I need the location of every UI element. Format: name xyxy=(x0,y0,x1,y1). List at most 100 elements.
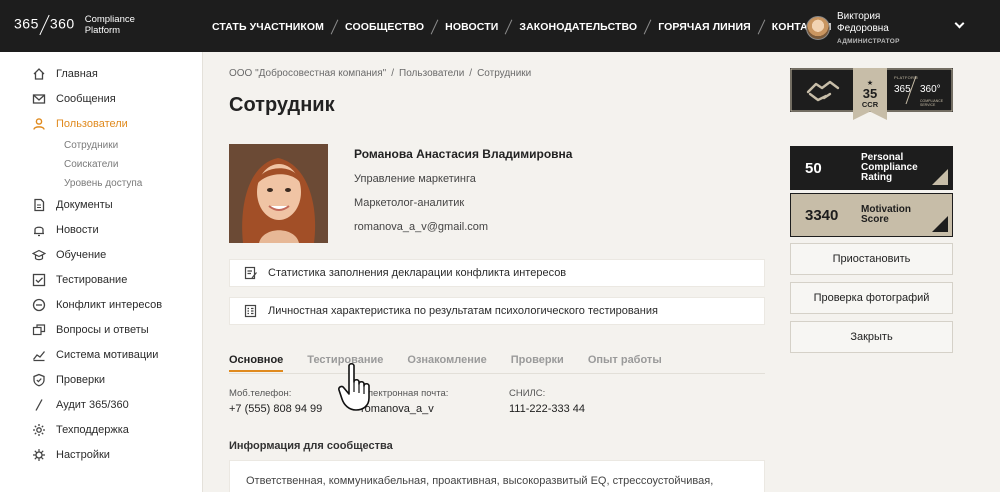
sidebar-item-label: Система мотивации xyxy=(56,349,159,361)
employee-photo xyxy=(229,144,328,243)
psych-profile-label: Личностная характеристика по результатам… xyxy=(268,305,658,317)
sidebar-item-qa[interactable]: Вопросы и ответы xyxy=(32,323,149,337)
document-icon xyxy=(32,198,46,212)
motivation-score-card[interactable]: 3340 Motivation Score xyxy=(790,193,953,237)
employee-position: Маркетолог-аналитик xyxy=(354,197,465,209)
sidebar-item-messages[interactable]: Сообщения xyxy=(32,92,116,106)
sidebar-item-label: Сообщения xyxy=(56,93,116,105)
tabs: Основное Тестирование Ознакомление Прове… xyxy=(229,354,662,372)
sidebar-item-label: Обучение xyxy=(56,249,107,261)
employee-name: Романова Анастасия Владимировна xyxy=(354,147,573,161)
sidebar-item-label: Пользователи xyxy=(56,118,128,130)
sidebar-item-documents[interactable]: Документы xyxy=(32,198,113,212)
gear-icon xyxy=(32,423,46,437)
platform-365: 365 xyxy=(894,84,911,95)
sidebar-item-label: Аудит 365/360 xyxy=(56,399,129,411)
logo-number-360: 360 xyxy=(49,15,75,32)
chart-icon xyxy=(32,348,46,362)
sidebar-subitem-applicants[interactable]: Соискатели xyxy=(64,159,118,170)
mail-icon xyxy=(32,92,46,106)
logo-text-platform: Platform xyxy=(84,25,121,36)
employee-department: Управление маркетинга xyxy=(354,173,476,185)
nav-separator xyxy=(330,19,339,35)
motivation-label-2: Score xyxy=(861,214,889,225)
community-text: Ответственная, коммуникабельная, проакти… xyxy=(229,460,765,492)
phone-label: Моб.телефон: xyxy=(229,388,292,399)
sidebar-item-label: Тестирование xyxy=(56,274,128,286)
logo-text-compliance: Compliance xyxy=(84,14,135,25)
photo-check-button[interactable]: Проверка фотографий xyxy=(790,282,953,314)
sidebar-item-label: Документы xyxy=(56,199,113,211)
breadcrumb-separator: / xyxy=(391,68,395,79)
motivation-score-value: 3340 xyxy=(805,206,839,224)
sidebar-item-home[interactable]: Главная xyxy=(32,67,98,81)
tab-checks[interactable]: Проверки xyxy=(511,354,564,372)
sidebar-item-conflict[interactable]: Конфликт интересов xyxy=(32,298,162,312)
nav-hotline[interactable]: ГОРЯЧАЯ ЛИНИЯ xyxy=(658,21,751,33)
page-title: Сотрудник xyxy=(229,94,335,116)
user-role: АДМИНИСТРАТОР xyxy=(837,38,900,45)
sidebar-item-label: Новости xyxy=(56,224,99,236)
personal-rating-value: 50 xyxy=(805,159,822,177)
logo[interactable]: 365 360 Compliance Platform xyxy=(14,14,135,36)
sidebar-item-settings[interactable]: Настройки xyxy=(32,448,110,462)
close-button[interactable]: Закрыть xyxy=(790,321,953,353)
user-menu[interactable]: Виктория Федоровна АДМИНИСТРАТОР xyxy=(806,11,900,45)
tab-main[interactable]: Основное xyxy=(229,354,284,372)
phone-value: +7 (555) 808 94 99 xyxy=(229,403,323,415)
sidebar-item-audit[interactable]: Аудит 365/360 xyxy=(32,398,129,412)
sidebar: Главная Сообщения Пользователи Сотрудник… xyxy=(0,52,203,492)
nav-join[interactable]: СТАТЬ УЧАСТНИКОМ xyxy=(212,21,324,33)
user-last-name: Федоровна xyxy=(837,23,889,34)
nav-separator xyxy=(757,19,766,35)
top-bar: 365 360 Compliance Platform СТАТЬ УЧАСТНИ… xyxy=(0,0,1000,52)
logo-number-365: 365 xyxy=(14,15,39,32)
suspend-button[interactable]: Приостановить xyxy=(790,243,953,275)
breadcrumb-users[interactable]: Пользователи xyxy=(399,68,464,79)
breadcrumb: ООО "Добросовестная компания" / Пользова… xyxy=(229,68,531,79)
nav-community[interactable]: СООБЩЕСТВО xyxy=(345,21,424,33)
employee-email[interactable]: romanova_a_v@gmail.com xyxy=(354,221,572,233)
sidebar-item-motivation[interactable]: Система мотивации xyxy=(32,348,158,362)
conflict-stats-button[interactable]: Статистика заполнения декларации конфлик… xyxy=(229,259,765,287)
sidebar-item-checks[interactable]: Проверки xyxy=(32,373,105,387)
chevron-down-icon[interactable] xyxy=(954,18,965,29)
tab-familiarization[interactable]: Ознакомление xyxy=(407,354,486,372)
sidebar-subitem-employees[interactable]: Сотрудники xyxy=(64,140,118,151)
user-first-name: Виктория xyxy=(837,11,881,22)
sidebar-item-learning[interactable]: Обучение xyxy=(32,248,106,262)
graduation-icon xyxy=(32,248,46,262)
nav-separator xyxy=(643,19,652,35)
hand-cursor-icon xyxy=(338,362,370,411)
sidebar-item-testing[interactable]: Тестирование xyxy=(32,273,127,287)
tab-experience[interactable]: Опыт работы xyxy=(588,354,662,372)
breadcrumb-employees[interactable]: Сотрудники xyxy=(477,68,531,79)
sidebar-item-label: Главная xyxy=(56,68,98,80)
ccr-label: CCR xyxy=(861,99,879,109)
nav-news[interactable]: НОВОСТИ xyxy=(445,21,498,33)
sidebar-item-users[interactable]: Пользователи xyxy=(32,117,128,131)
nav-separator xyxy=(430,19,439,35)
sidebar-subitem-access-level[interactable]: Уровень доступа xyxy=(64,178,142,189)
bell-icon xyxy=(32,223,46,237)
sidebar-item-news[interactable]: Новости xyxy=(32,223,99,237)
snils-label: СНИЛС: xyxy=(509,388,546,399)
logo-slash xyxy=(39,14,50,36)
settings-icon xyxy=(32,448,46,462)
nav-separator xyxy=(505,19,513,35)
corner-star-icon xyxy=(932,216,948,232)
checklist-icon xyxy=(244,304,257,318)
shield-icon xyxy=(32,373,46,387)
personal-rating-card[interactable]: 50 Personal Compliance Rating xyxy=(790,146,953,190)
document-edit-icon xyxy=(244,266,257,280)
psych-profile-button[interactable]: Личностная характеристика по результатам… xyxy=(229,297,765,325)
sidebar-item-support[interactable]: Техподдержка xyxy=(32,423,129,437)
breadcrumb-company[interactable]: ООО "Добросовестная компания" xyxy=(229,68,386,79)
sidebar-item-label: Проверки xyxy=(56,374,106,386)
checkbox-icon xyxy=(32,273,46,287)
platform-360: 360° xyxy=(920,84,941,95)
chat-icon xyxy=(32,323,46,337)
breadcrumb-separator: / xyxy=(469,68,473,79)
home-icon xyxy=(32,67,46,81)
nav-legislation[interactable]: ЗАКОНОДАТЕЛЬСТВО xyxy=(519,21,637,33)
